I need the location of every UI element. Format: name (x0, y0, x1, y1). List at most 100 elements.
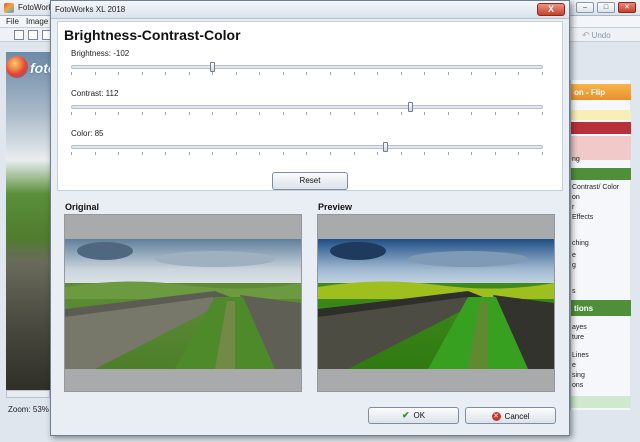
menu-image[interactable]: Image (26, 17, 48, 26)
slider-tick (259, 72, 261, 75)
color-slider-thumb[interactable] (383, 142, 389, 152)
slider-tick (188, 152, 190, 155)
slider-tick (282, 72, 284, 75)
slider-tick (424, 72, 426, 75)
preview-label: Preview (318, 202, 353, 212)
panel-header-transform[interactable]: on - Flip (571, 84, 631, 100)
canvas-scrollbar[interactable] (6, 390, 50, 398)
brightness-label: Brightness: -102 (71, 49, 130, 58)
panel-item[interactable]: s (571, 288, 631, 299)
slider-tick (259, 152, 261, 155)
slider-tick (377, 152, 379, 155)
slider-tick (235, 72, 237, 75)
preview-image-frame (317, 214, 555, 392)
slider-tick (400, 112, 402, 115)
panel-item-effects[interactable]: Effects (571, 214, 631, 225)
slider-tick (141, 152, 143, 155)
preview-landscape-photo (318, 239, 554, 369)
slider-tick (212, 112, 214, 115)
color-slider[interactable] (71, 145, 543, 149)
main-image-canvas[interactable] (6, 52, 50, 390)
dialog-close-button[interactable]: X (537, 3, 565, 16)
slider-tick (377, 112, 379, 115)
original-landscape-photo (65, 239, 301, 369)
slider-tick (541, 112, 543, 115)
panel-header-red[interactable] (571, 122, 631, 134)
panel-yellow-strip (571, 110, 631, 120)
slider-tick (447, 152, 449, 155)
slider-tick (141, 72, 143, 75)
panel-item[interactable]: ng (571, 156, 631, 167)
maximize-icon[interactable]: □ (597, 2, 615, 13)
slider-tick (306, 72, 308, 75)
slider-tick (259, 112, 261, 115)
slider-tick (424, 152, 426, 155)
slider-tick (165, 112, 167, 115)
panel-header-actions[interactable]: tions (571, 300, 631, 316)
slider-tick (353, 152, 355, 155)
ok-button[interactable]: ✔ OK (368, 407, 459, 424)
minimize-icon[interactable]: – (576, 2, 594, 13)
slider-tick (424, 112, 426, 115)
slider-tick (71, 72, 72, 75)
ok-label: OK (413, 411, 426, 420)
fotoworks-logo-icon (6, 56, 28, 78)
brightness-slider-thumb[interactable] (210, 62, 216, 72)
close-icon[interactable]: ✕ (618, 2, 636, 13)
slider-tick (353, 72, 355, 75)
panel-item[interactable]: g (571, 262, 631, 273)
dialog-titlebar: FotoWorks XL 2018 X (51, 1, 569, 19)
tools-panel: on - Flip ng Contrast/ Color on r Effect… (570, 80, 631, 410)
contrast-ticks (71, 112, 543, 116)
slider-tick (212, 152, 214, 155)
contrast-slider[interactable] (71, 105, 543, 109)
close-icon: X (547, 4, 554, 14)
slider-tick (400, 152, 402, 155)
slider-tick (118, 112, 120, 115)
panel-header-green[interactable] (571, 168, 631, 180)
slider-tick (447, 112, 449, 115)
slider-tick (71, 152, 72, 155)
slider-tick (330, 152, 332, 155)
original-label: Original (65, 202, 100, 212)
original-image (65, 239, 301, 369)
slider-tick (306, 112, 308, 115)
color-ticks (71, 152, 543, 156)
cancel-icon: ✕ (491, 412, 501, 421)
slider-tick (518, 152, 520, 155)
slider-tick (541, 152, 543, 155)
slider-tick (94, 152, 96, 155)
undo-label: Undo (591, 30, 611, 40)
open-icon[interactable] (28, 30, 38, 40)
undo-button[interactable]: ↶ Undo (582, 29, 632, 41)
zoom-label: Zoom: 53% (8, 405, 49, 414)
slider-tick (141, 112, 143, 115)
menu-file[interactable]: File (6, 17, 19, 26)
brightness-slider[interactable] (71, 65, 543, 69)
new-icon[interactable] (14, 30, 24, 40)
panel-item[interactable]: ching (571, 240, 631, 251)
slider-tick (306, 152, 308, 155)
slider-tick (71, 112, 72, 115)
slider-tick (235, 112, 237, 115)
dialog-title: FotoWorks XL 2018 (55, 5, 126, 14)
panel-item[interactable]: ons (571, 382, 631, 393)
panel-bottom-strip (571, 396, 631, 408)
slider-tick (518, 112, 520, 115)
original-image-frame (64, 214, 302, 392)
cancel-label: Cancel (504, 412, 530, 421)
slider-tick (494, 112, 496, 115)
cancel-button[interactable]: ✕ Cancel (465, 407, 556, 424)
slider-tick (188, 72, 190, 75)
slider-tick (188, 112, 190, 115)
main-window-controls: – □ ✕ (576, 2, 636, 13)
slider-tick (353, 112, 355, 115)
slider-tick (235, 152, 237, 155)
contrast-slider-thumb[interactable] (408, 102, 414, 112)
color-label: Color: 85 (71, 129, 104, 138)
slider-tick (94, 112, 96, 115)
ok-button-content: ✔ OK (402, 408, 425, 423)
panel-item[interactable]: ture (571, 334, 631, 345)
reset-button[interactable]: Reset (272, 172, 348, 190)
contrast-label: Contrast: 112 (71, 89, 119, 98)
